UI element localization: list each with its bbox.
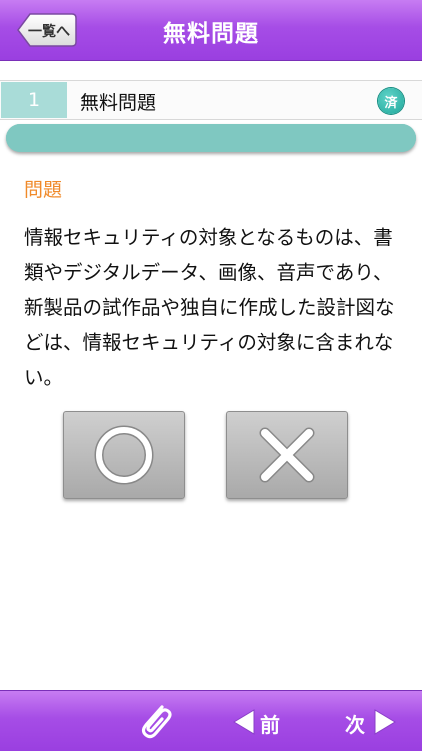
progress-bar [6,124,416,152]
answer-false-button[interactable] [226,411,348,499]
next-label: 次 [345,713,365,737]
question-title: 無料問題 [80,92,157,114]
right-arrow-icon [374,709,396,735]
bottom-bar: 前 次 [0,690,422,751]
question-row: 1 無料問題 [0,80,422,120]
answer-true-button[interactable] [63,411,185,499]
cross-icon [259,427,315,483]
paperclip-button[interactable] [134,699,178,743]
question-text: 情報セキュリティの対象となるものは、書類やデジタルデータ、画像、音声であり、新製… [24,226,395,389]
left-arrow-icon [233,709,255,735]
prev-label: 前 [260,713,280,737]
page-title: 無料問題 [163,21,259,47]
question-number: 1 [1,82,67,118]
circle-icon [94,425,154,485]
section-label: 問題 [24,179,63,201]
progress-fill [6,124,416,152]
top-bar: 一覧へ 無料問題 [0,0,422,61]
status-badge: 済 [378,88,404,114]
paperclip-icon [141,705,172,739]
